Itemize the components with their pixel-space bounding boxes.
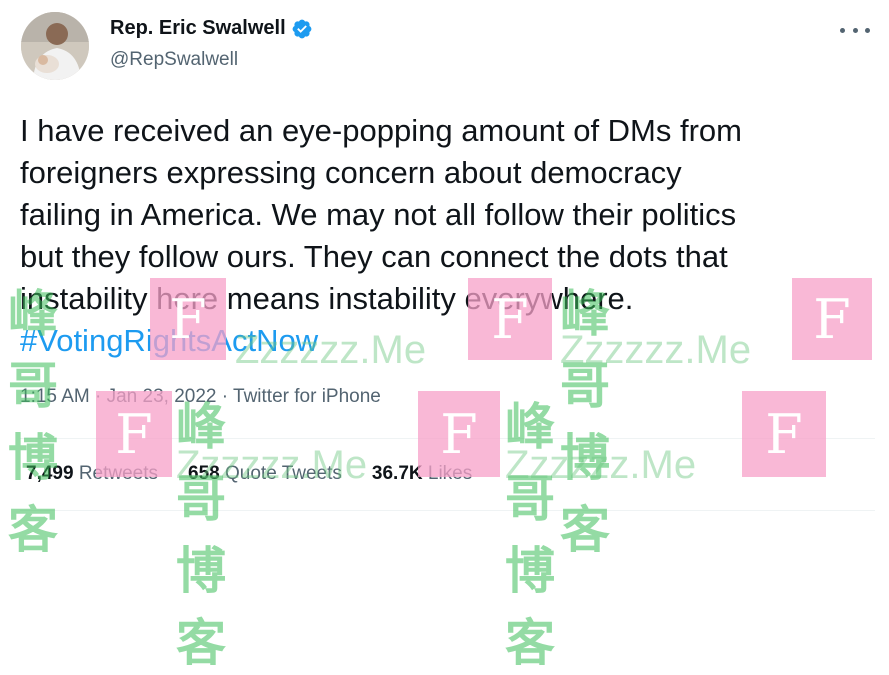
watermark-text-cn: 峰哥博客 [176,399,228,671]
separator-dot: · [221,386,234,407]
retweets-stat[interactable]: 7,499 Retweets [26,463,158,485]
hashtag-link[interactable]: #VotingRightsActNow [20,320,875,362]
tweet-timestamp-row: 1:15 AM · Jan 23, 2022 · Twitter for iPh… [20,386,381,408]
tweet-date[interactable]: Jan 23, 2022 [107,386,217,407]
watermark-logo: F [742,391,826,477]
more-dot [840,27,845,33]
avatar[interactable] [21,12,89,80]
display-name[interactable]: Rep. Eric Swalwell [110,17,286,40]
tweet-time[interactable]: 1:15 AM [20,386,90,407]
quotes-count: 658 [188,463,226,484]
watermark-text-en: Zzzzzz.Me [505,443,697,487]
tweet-text-line: instability here means instability every… [20,281,634,316]
user-handle[interactable]: @RepSwalwell [110,49,238,71]
tweet-source[interactable]: Twitter for iPhone [233,386,381,407]
watermark-text-cn: 峰哥博客 [505,399,557,671]
tweet-card: Rep. Eric Swalwell @RepSwalwell I have r… [0,0,889,671]
tweet-text-line: but they follow ours. They can connect t… [20,239,728,274]
quote-tweets-stat[interactable]: 658 Quote Tweets [188,463,342,485]
separator-dot: · [95,386,107,407]
more-dot [865,27,870,33]
tweet-text-line: foreigners expressing concern about demo… [20,155,682,190]
verified-badge-icon [291,18,313,40]
likes-stat[interactable]: 36.7K Likes [372,463,472,485]
engagement-stats: 7,499 Retweets 658 Quote Tweets 36.7K Li… [26,463,502,485]
author-name-row[interactable]: Rep. Eric Swalwell [110,17,313,40]
more-options-icon[interactable] [840,18,870,42]
tweet-text-line: I have received an eye-popping amount of… [20,113,742,148]
tweet-text: I have received an eye-popping amount of… [20,110,875,362]
retweets-label: Retweets [78,463,159,484]
more-dot [852,27,858,33]
divider [20,438,875,439]
avatar-photo [21,12,89,80]
quotes-label: Quote Tweets [225,463,342,484]
tweet-text-line: failing in America. We may not all follo… [20,197,737,232]
likes-label: Likes [427,463,473,484]
divider [20,510,875,511]
retweets-count: 7,499 [26,463,79,484]
likes-count: 36.7K [371,463,428,484]
